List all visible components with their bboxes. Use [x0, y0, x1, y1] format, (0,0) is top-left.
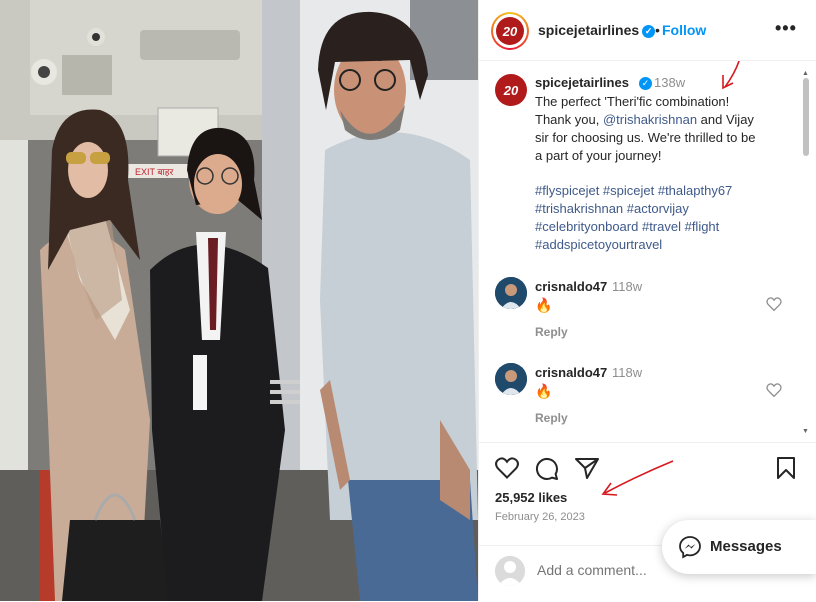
- verified-badge-icon: ✓: [642, 24, 656, 38]
- comment-username[interactable]: crisnaldo47: [535, 365, 607, 380]
- caption-line-2: Thank you, @trishakrishnan and Vijay: [535, 111, 785, 129]
- comment-icon[interactable]: [535, 457, 559, 486]
- exit-sign: EXIT बाहर: [135, 167, 174, 177]
- post-date: February 26, 2023: [495, 511, 585, 523]
- like-comment-heart-icon[interactable]: [766, 383, 782, 400]
- post-image: EXIT बाहर: [0, 0, 478, 601]
- author-avatar[interactable]: 20: [491, 12, 529, 50]
- comments-scrollbar[interactable]: ▲ ▼: [802, 70, 809, 438]
- hashtag-line[interactable]: #flyspicejet #spicejet #thalapthy67: [535, 182, 785, 200]
- caption-line-1: The perfect 'Theri'fic combination!: [535, 94, 730, 109]
- hashtag-line[interactable]: #celebrityonboard #travel #flight: [535, 218, 785, 236]
- bookmark-icon[interactable]: [777, 457, 795, 484]
- caption-line-4: a part of your journey!: [535, 148, 662, 163]
- annotation-arrow-icon: [722, 61, 740, 90]
- comment-time: 118w: [612, 279, 643, 294]
- hashtag-line[interactable]: #trishakrishnan #actorvijay: [535, 200, 785, 218]
- post-photo: EXIT बाहर: [0, 0, 478, 601]
- commenter-avatar[interactable]: [495, 277, 527, 309]
- comment-text: 🔥: [535, 297, 553, 313]
- comments-section: 20 spicejetairlines ✓ 138w The perfect '…: [479, 61, 816, 441]
- comment-text: 🔥: [535, 383, 553, 399]
- post-actions: [479, 442, 816, 496]
- post-header: 20 spicejetairlines ✓ • Follow •••: [479, 0, 816, 61]
- caption-username[interactable]: spicejetairlines: [535, 75, 629, 90]
- paper-plane-icon[interactable]: [575, 457, 599, 484]
- likes-count[interactable]: 25,952 likes: [495, 490, 567, 505]
- author-name[interactable]: spicejetairlines: [538, 22, 639, 38]
- follow-button[interactable]: Follow: [662, 22, 706, 38]
- separator-dot: •: [655, 22, 660, 38]
- scroll-up-icon[interactable]: ▲: [802, 70, 809, 77]
- hashtags: #flyspicejet #spicejet #thalapthy67 #tri…: [535, 182, 785, 254]
- commenter-avatar[interactable]: [495, 363, 527, 395]
- comment-username[interactable]: crisnaldo47: [535, 279, 607, 294]
- caption-verified-icon: ✓: [639, 77, 652, 90]
- caption-line-2-prefix: Thank you,: [535, 112, 603, 127]
- caption-line-2-suffix: and Vijay: [697, 112, 754, 127]
- messages-label: Messages: [710, 538, 782, 555]
- heart-icon[interactable]: [495, 457, 519, 484]
- spicejet-logo: 20: [496, 17, 524, 45]
- author-username[interactable]: spicejetairlines ✓: [538, 22, 656, 38]
- annotation-arrow-icon: [601, 460, 674, 496]
- messenger-icon: [678, 535, 702, 564]
- like-comment-heart-icon[interactable]: [766, 297, 782, 314]
- caption-avatar[interactable]: 20: [495, 74, 527, 106]
- scroll-down-icon[interactable]: ▼: [802, 428, 809, 435]
- comment-time: 118w: [612, 365, 643, 380]
- caption-text: The perfect 'Theri'fic combination! Than…: [535, 93, 785, 165]
- more-options-icon[interactable]: •••: [775, 18, 797, 39]
- caption-time: 138w: [654, 75, 686, 90]
- hashtag-line[interactable]: #addspicetoyourtravel: [535, 236, 785, 254]
- messages-button[interactable]: Messages: [662, 520, 816, 574]
- caption-line-3: sir for choosing us. We're thrilled to b…: [535, 130, 756, 145]
- reply-button[interactable]: Reply: [535, 411, 568, 425]
- mention-link[interactable]: @trishakrishnan: [603, 112, 697, 127]
- current-user-avatar: [495, 556, 525, 586]
- reply-button[interactable]: Reply: [535, 325, 568, 339]
- post-panel: 20 spicejetairlines ✓ • Follow ••• 20 spi…: [478, 0, 816, 601]
- scrollbar-thumb[interactable]: [803, 78, 809, 156]
